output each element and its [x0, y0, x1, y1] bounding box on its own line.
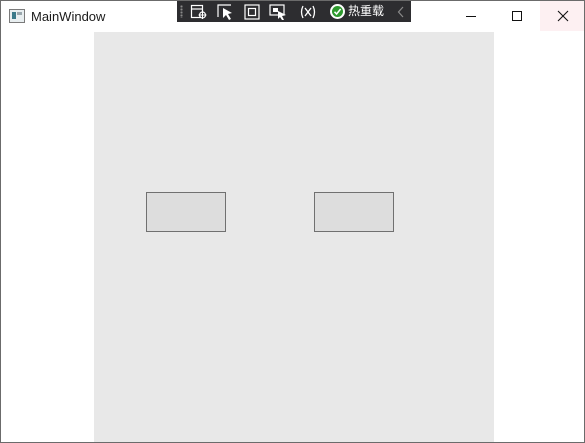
xaml-debug-toolbar: 热重载	[177, 1, 411, 22]
left-button[interactable]	[146, 192, 226, 232]
title-bar[interactable]: MainWindow 热重载	[1, 1, 584, 31]
close-icon	[557, 10, 569, 22]
window-title: MainWindow	[31, 9, 106, 24]
app-window-icon	[9, 9, 25, 23]
display-layout-adorners-icon[interactable]	[242, 3, 262, 20]
maximize-icon	[512, 11, 522, 21]
select-element-icon[interactable]	[189, 3, 209, 20]
content-panel	[94, 32, 494, 442]
minimize-icon	[466, 16, 476, 17]
minimize-button[interactable]	[448, 1, 494, 31]
binding-failures-icon[interactable]	[298, 3, 318, 20]
track-focused-element-icon[interactable]	[268, 3, 288, 20]
main-window: MainWindow 热重载	[0, 0, 585, 443]
collapse-chevron-icon[interactable]	[395, 4, 407, 19]
close-button[interactable]	[540, 1, 584, 31]
hot-reload-status-icon[interactable]	[330, 4, 345, 19]
select-pointer-icon[interactable]	[216, 3, 236, 20]
hot-reload-label[interactable]: 热重载	[348, 4, 384, 19]
right-button[interactable]	[314, 192, 394, 232]
maximize-button[interactable]	[494, 1, 540, 31]
grip-handle-icon[interactable]	[180, 5, 183, 18]
